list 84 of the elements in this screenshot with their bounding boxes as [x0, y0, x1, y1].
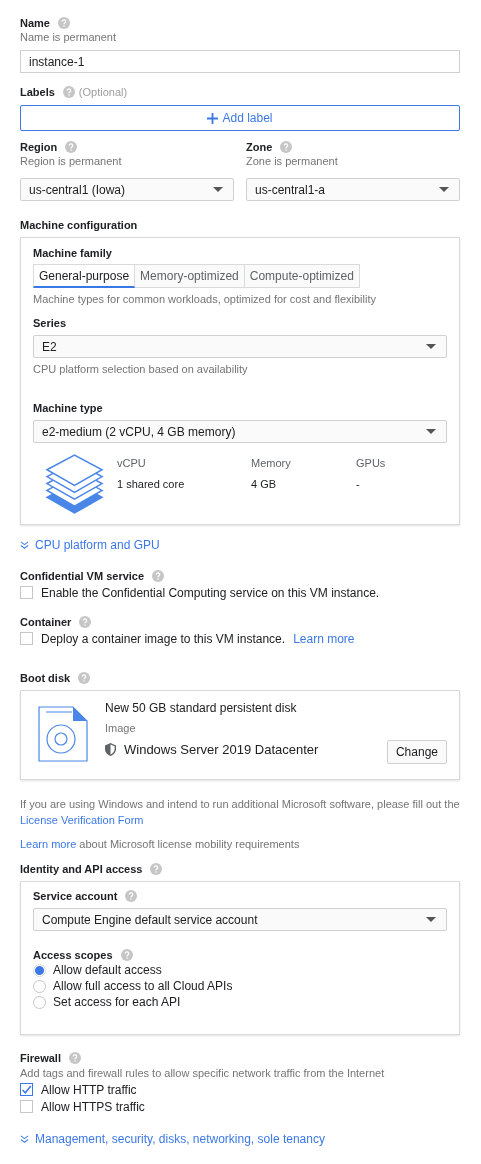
disk-description: New 50 GB standard persistent disk — [105, 701, 298, 715]
spec-heading: GPUs — [356, 457, 386, 469]
spec-value: - — [356, 478, 360, 490]
expand-link[interactable]: CPU platform and GPU — [20, 538, 460, 552]
radio-button[interactable] — [33, 995, 46, 1009]
help-icon — [280, 141, 293, 153]
chevron-icon — [20, 1134, 29, 1144]
radio-label: Allow default access — [53, 963, 162, 977]
caret-icon — [426, 429, 436, 434]
name-field[interactable]: instance-1 — [20, 50, 460, 73]
field-label: Machine configuration — [20, 219, 138, 231]
expand-link[interactable]: Management, security, disks, networking, sole tenancy — [20, 1132, 460, 1146]
help-icon — [62, 86, 75, 98]
tab[interactable]: General-purpose — [33, 264, 136, 288]
dropdown[interactable]: Compute Engine default service account — [33, 908, 447, 931]
caret-icon — [426, 344, 436, 349]
image-name: Windows Server 2019 Datacenter — [124, 741, 320, 757]
shield-icon — [105, 742, 116, 756]
layers-icon — [45, 454, 104, 515]
checkbox[interactable] — [20, 632, 33, 645]
field-label: Machine type — [33, 402, 103, 414]
license-note: If you are using Windows and intend to run additional Microsoft software, please fill out the License Verification Form — [20, 797, 460, 828]
caret-icon — [213, 187, 223, 192]
field-label: Access scopes — [33, 949, 113, 961]
plus-icon — [207, 112, 219, 124]
help-icon — [125, 890, 138, 902]
field-label: Firewall — [20, 1052, 61, 1064]
field-label: Labels — [20, 86, 55, 98]
field-label: Region — [20, 141, 58, 153]
checkbox[interactable] — [20, 1083, 33, 1096]
learn-more-link[interactable]: Learn more — [293, 631, 355, 646]
help-icon — [152, 570, 165, 582]
field-label: Boot disk — [20, 672, 71, 684]
caret-icon — [426, 917, 436, 922]
add-label-button[interactable]: Add label — [20, 105, 460, 131]
hint-text: Region is permanent — [20, 154, 123, 168]
spec-value: 4 GB — [251, 478, 277, 490]
spec-value: 1 shared core — [117, 478, 185, 490]
help-icon — [65, 141, 78, 153]
help-icon — [120, 949, 133, 961]
spec-heading: Memory — [251, 457, 291, 469]
hint-text: Machine types for common workloads, optimized for cost and flexibility — [33, 292, 377, 306]
help-icon — [79, 616, 92, 628]
hint-text: Zone is permanent — [246, 154, 339, 168]
radio-button[interactable] — [33, 979, 46, 993]
dropdown[interactable]: E2 — [33, 335, 447, 358]
checkbox-label: Allow HTTPS traffic — [41, 1099, 145, 1114]
hint-text: CPU platform selection based on availability — [33, 362, 249, 376]
chevron-icon — [20, 540, 29, 550]
hint-text: Add tags and firewall rules to allow specific network traffic from the Internet — [20, 1066, 386, 1080]
field-label: Service account — [33, 890, 118, 902]
help-icon — [78, 672, 91, 684]
field-label: Machine family — [33, 247, 112, 259]
mobility-note: Learn more about Microsoft license mobility requirements — [20, 837, 301, 852]
tab[interactable]: Memory-optimized — [135, 264, 245, 288]
dropdown[interactable]: e2-medium (2 vCPU, 4 GB memory) — [33, 420, 447, 443]
optional-text: (Optional) — [78, 86, 128, 98]
spec-heading: vCPU — [117, 457, 146, 469]
radio-label: Allow full access to all Cloud APIs — [53, 979, 233, 993]
help-icon — [150, 863, 163, 875]
checkbox-label: Enable the Confidential Computing service on this VM instance. — [41, 585, 380, 600]
help-icon — [57, 17, 70, 29]
license-form-link[interactable]: License Verification Form — [20, 814, 144, 826]
checkbox-label: Deploy a container image to this VM instance. — [41, 631, 286, 646]
dropdown[interactable]: us-central1 (Iowa) — [20, 178, 234, 201]
tab[interactable]: Compute-optimized — [244, 264, 360, 288]
change-button[interactable]: Change — [386, 740, 447, 764]
field-label: Identity and API access — [20, 863, 143, 875]
field-label: Zone — [246, 141, 273, 153]
checkbox-label: Allow HTTP traffic — [41, 1082, 137, 1097]
field-label: Series — [33, 317, 67, 329]
radio-label: Set access for each API — [53, 995, 181, 1009]
help-icon — [68, 1052, 81, 1064]
image-label: Image — [105, 722, 137, 734]
checkbox[interactable] — [20, 1100, 33, 1113]
checkbox[interactable] — [20, 586, 33, 599]
dropdown[interactable]: us-central1-a — [246, 178, 460, 201]
field-label: Name — [20, 17, 50, 29]
radio-button[interactable] — [33, 963, 46, 977]
field-label: Container — [20, 616, 72, 628]
caret-icon — [439, 187, 449, 192]
learn-more-link[interactable]: Learn more — [20, 838, 77, 850]
field-label: Confidential VM service — [20, 570, 145, 582]
hint-text: Name is permanent — [20, 30, 117, 44]
